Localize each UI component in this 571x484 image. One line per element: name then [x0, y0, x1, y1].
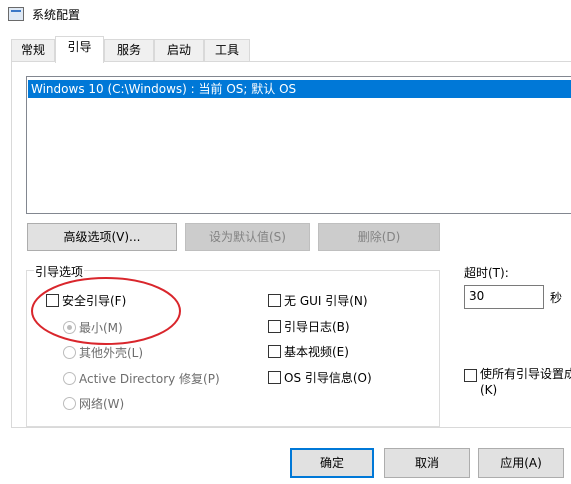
- radio-ad-repair-label: Active Directory 修复(P): [79, 372, 220, 386]
- checkbox-box[interactable]: [464, 369, 477, 382]
- tab-startup[interactable]: 启动: [154, 39, 204, 61]
- title-bar: 系统配置: [0, 0, 571, 30]
- os-list[interactable]: Windows 10 (C:\Windows) : 当前 OS; 默认 OS: [26, 76, 571, 214]
- timeout-input[interactable]: 30: [464, 285, 544, 309]
- no-gui-boot-checkbox[interactable]: 无 GUI 引导(N): [268, 293, 388, 311]
- advanced-options-button[interactable]: 高级选项(V)...: [27, 223, 177, 251]
- radio-dot[interactable]: [63, 346, 76, 359]
- no-gui-boot-label: 无 GUI 引导(N): [284, 294, 368, 308]
- radio-alternate-shell[interactable]: 其他外壳(L): [63, 345, 163, 363]
- checkbox-box[interactable]: [268, 294, 281, 307]
- checkbox-box[interactable]: [268, 371, 281, 384]
- tab-strip: 常规 引导 服务 启动 工具: [0, 36, 571, 63]
- tab-services[interactable]: 服务: [104, 39, 154, 61]
- radio-dot[interactable]: [63, 397, 76, 410]
- tab-boot[interactable]: 引导: [55, 36, 104, 63]
- delete-button[interactable]: 删除(D): [318, 223, 440, 251]
- msconfig-icon: [8, 7, 24, 21]
- os-boot-info-label: OS 引导信息(O): [284, 371, 372, 385]
- checkbox-box[interactable]: [268, 345, 281, 358]
- set-default-button[interactable]: 设为默认值(S): [185, 223, 310, 251]
- radio-active-directory-repair[interactable]: Active Directory 修复(P): [63, 371, 233, 389]
- boot-log-checkbox[interactable]: 引导日志(B): [268, 319, 368, 337]
- cancel-button[interactable]: 取消: [384, 448, 470, 478]
- tab-tools[interactable]: 工具: [204, 39, 250, 61]
- base-video-checkbox[interactable]: 基本视频(E): [268, 344, 368, 362]
- make-permanent-label: 使所有引导设置成 (K): [480, 366, 571, 398]
- timeout-unit: 秒: [550, 291, 563, 305]
- checkbox-box[interactable]: [268, 320, 281, 333]
- radio-network-label: 网络(W): [79, 397, 125, 411]
- annotation-ellipse-shape: [31, 277, 181, 345]
- tab-general[interactable]: 常规: [11, 39, 55, 61]
- make-permanent-label-line2: (K): [480, 383, 498, 397]
- boot-log-label: 引导日志(B): [284, 320, 350, 334]
- radio-alternate-shell-label: 其他外壳(L): [79, 346, 144, 360]
- ok-button[interactable]: 确定: [290, 448, 374, 478]
- timeout-label: 超时(T):: [464, 266, 509, 280]
- os-list-item-selected[interactable]: Windows 10 (C:\Windows) : 当前 OS; 默认 OS: [28, 80, 571, 98]
- base-video-label: 基本视频(E): [284, 345, 349, 359]
- annotation-ellipse: [31, 277, 181, 345]
- window-title: 系统配置: [32, 8, 81, 22]
- os-boot-info-checkbox[interactable]: OS 引导信息(O): [268, 370, 388, 388]
- radio-network[interactable]: 网络(W): [63, 396, 143, 414]
- apply-button[interactable]: 应用(A): [478, 448, 564, 478]
- make-permanent-checkbox[interactable]: [464, 368, 480, 386]
- radio-dot[interactable]: [63, 372, 76, 385]
- make-permanent-label-line1: 使所有引导设置成: [480, 367, 571, 381]
